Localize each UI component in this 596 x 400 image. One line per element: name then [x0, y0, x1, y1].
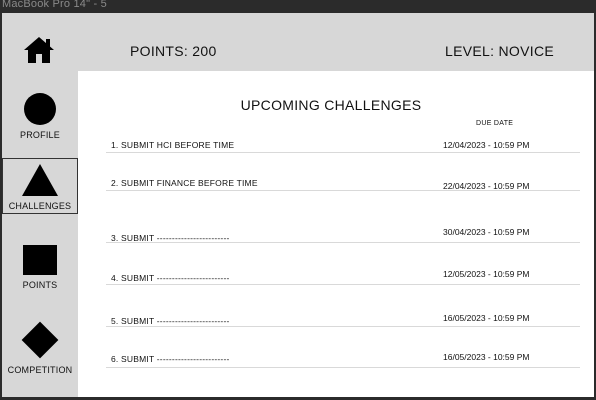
- challenge-task: 2. SUBMIT FINANCE BEFORE TIME: [111, 178, 258, 188]
- sidebar-item-label: PROFILE: [20, 130, 60, 140]
- top-bar: POINTS: 200 LEVEL: NOVICE: [2, 13, 594, 71]
- challenge-task: 5. SUBMIT ------------------------: [111, 316, 230, 326]
- circle-icon: [24, 93, 56, 125]
- sidebar-item-points[interactable]: POINTS: [2, 245, 78, 295]
- challenge-due-date: 30/04/2023 - 10:59 PM: [443, 227, 530, 237]
- challenge-task: 4. SUBMIT ------------------------: [111, 273, 230, 283]
- sidebar-item-label: CHALLENGES: [8, 201, 72, 211]
- app-window: POINTS: 200 LEVEL: NOVICE PROFILE CHALLE…: [2, 13, 594, 397]
- home-icon: [24, 37, 54, 63]
- challenge-row[interactable]: 2. SUBMIT FINANCE BEFORE TIME 22/04/2023…: [106, 176, 580, 191]
- challenge-due-date: 16/05/2023 - 10:59 PM: [443, 352, 530, 362]
- challenge-task: 6. SUBMIT ------------------------: [111, 354, 230, 364]
- challenge-due-date: 12/05/2023 - 10:59 PM: [443, 269, 530, 279]
- page-title: UPCOMING CHALLENGES: [240, 97, 422, 113]
- challenge-task: 3. SUBMIT ------------------------: [111, 233, 230, 243]
- challenge-row[interactable]: 5. SUBMIT ------------------------ 16/05…: [106, 312, 580, 327]
- challenge-row[interactable]: 1. SUBMIT HCI BEFORE TIME 12/04/2023 - 1…: [106, 138, 580, 153]
- sidebar-item-profile[interactable]: PROFILE: [2, 93, 78, 143]
- challenge-row[interactable]: 3. SUBMIT ------------------------ 30/04…: [106, 227, 580, 243]
- frame-label: MacBook Pro 14" - 5: [2, 0, 107, 10]
- challenge-row[interactable]: 4. SUBMIT ------------------------ 12/05…: [106, 269, 580, 285]
- challenge-task: 1. SUBMIT HCI BEFORE TIME: [111, 140, 235, 150]
- sidebar-item-label: POINTS: [22, 280, 58, 290]
- device-frame: MacBook Pro 14" - 5 POINTS: 200 LEVEL: N…: [0, 0, 596, 400]
- due-date-header: DUE DATE: [476, 120, 514, 127]
- points-display: POINTS: 200: [130, 43, 217, 59]
- challenge-due-date: 22/04/2023 - 10:59 PM: [443, 181, 530, 191]
- main-content: UPCOMING CHALLENGES DUE DATE 1. SUBMIT H…: [78, 71, 594, 397]
- sidebar: PROFILE CHALLENGES POINTS COMPETITION: [2, 71, 78, 397]
- home-button[interactable]: [22, 35, 56, 65]
- square-icon: [23, 245, 57, 275]
- diamond-icon: [21, 321, 59, 359]
- triangle-icon: [22, 164, 58, 196]
- sidebar-item-challenges[interactable]: CHALLENGES: [2, 158, 78, 214]
- sidebar-item-competition[interactable]: COMPETITION: [2, 321, 78, 387]
- challenge-due-date: 12/04/2023 - 10:59 PM: [443, 140, 530, 150]
- challenge-due-date: 16/05/2023 - 10:59 PM: [443, 313, 530, 323]
- level-display: LEVEL: NOVICE: [445, 43, 554, 59]
- sidebar-item-label: COMPETITION: [7, 365, 73, 375]
- challenge-row[interactable]: 6. SUBMIT ------------------------ 16/05…: [106, 352, 580, 368]
